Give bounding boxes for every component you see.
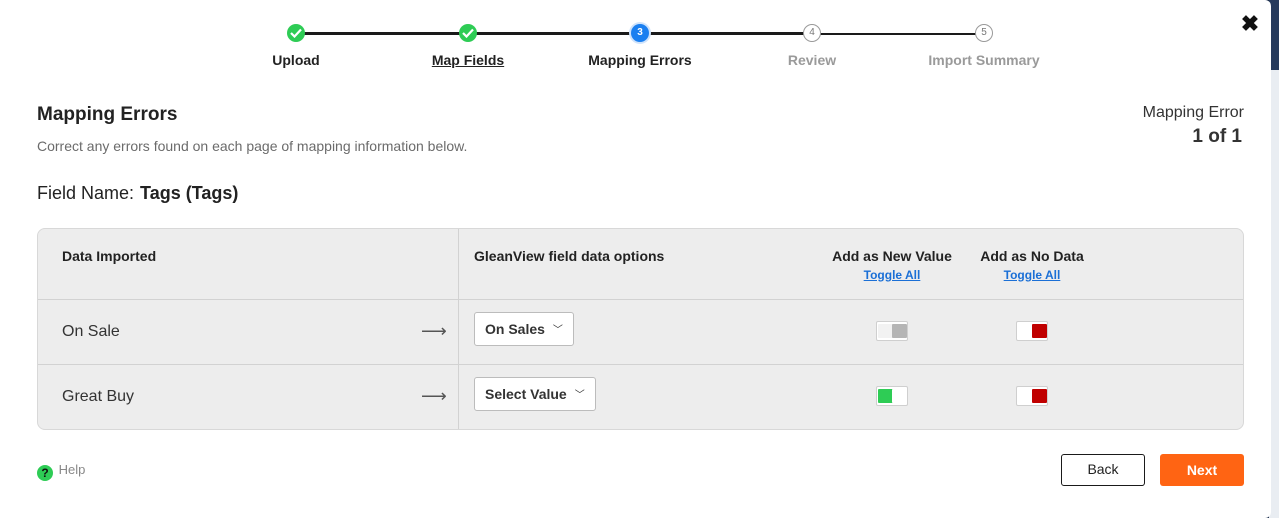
- toggle-state-on: [1032, 324, 1047, 338]
- step-review-circle: 4: [803, 24, 821, 42]
- step-review-label: Review: [787, 52, 837, 68]
- column-header-data-imported: Data Imported: [62, 248, 157, 264]
- stepper-line-pending: [812, 33, 984, 35]
- row-2-imported-value: Great Buy: [62, 388, 135, 405]
- mapping-table: Data Imported GleanView field data optio…: [37, 228, 1244, 430]
- row-1-selected-value: On Sales: [485, 321, 545, 337]
- add-no-data-label: Add as No Data: [980, 248, 1084, 264]
- step-import-summary-label: Import Summary: [928, 52, 1040, 68]
- step-mapping-errors-circle: 3: [631, 24, 649, 42]
- row-2-selected-value: Select Value: [485, 386, 567, 402]
- toggle-knob: [878, 324, 893, 338]
- help-icon: ?: [37, 465, 53, 481]
- help-label: Help: [58, 462, 86, 477]
- chevron-down-icon: ﹀: [574, 390, 585, 401]
- chevron-down-icon: ﹀: [552, 325, 563, 336]
- row-1-no-data-toggle[interactable]: [1016, 321, 1048, 341]
- stepper-line-complete: [296, 32, 812, 35]
- column-header-add-no-data: Add as No Data Toggle All: [962, 248, 1102, 282]
- page-title: Mapping Errors: [37, 104, 178, 125]
- toggle-all-no-data-link[interactable]: Toggle All: [962, 268, 1102, 282]
- column-header-add-new-value: Add as New Value Toggle All: [822, 248, 962, 282]
- back-button[interactable]: Back: [1061, 454, 1145, 486]
- step-map-fields-label[interactable]: Map Fields: [388, 52, 548, 68]
- toggle-knob: [892, 389, 907, 403]
- toggle-knob: [1018, 389, 1033, 403]
- arrow-right-icon: ⟶: [421, 321, 447, 341]
- step-upload-check-icon: [287, 24, 305, 42]
- field-name-value: Tags (Tags): [140, 183, 239, 203]
- header-divider: [38, 299, 1243, 300]
- arrow-right-icon: ⟶: [421, 386, 447, 406]
- field-name-row: Field Name: Tags (Tags): [37, 183, 238, 204]
- add-new-value-label: Add as New Value: [832, 248, 952, 264]
- field-name-label: Field Name:: [37, 183, 135, 203]
- toggle-state-off: [892, 324, 907, 338]
- toggle-all-new-value-link[interactable]: Toggle All: [822, 268, 962, 282]
- page-subtitle: Correct any errors found on each page of…: [37, 138, 468, 154]
- toggle-state-on: [878, 389, 893, 403]
- row-1-imported-value: On Sale: [62, 323, 120, 340]
- step-import-summary-circle: 5: [975, 24, 993, 42]
- step-map-fields-check-icon: [459, 24, 477, 42]
- mapping-error-count: 1 of 1: [1192, 126, 1242, 147]
- row-2-no-data-toggle[interactable]: [1016, 386, 1048, 406]
- import-stepper: Upload Map Fields 3 Mapping Errors 4 Rev…: [0, 0, 1271, 80]
- row-1-field-select[interactable]: On Sales ﹀: [474, 312, 574, 346]
- row-2-field-select[interactable]: Select Value ﹀: [474, 377, 596, 411]
- row-divider: [38, 364, 1243, 365]
- row-2-new-value-toggle[interactable]: [876, 386, 908, 406]
- help-link[interactable]: ? Help: [37, 462, 85, 481]
- mapping-error-label: Mapping Error: [1142, 104, 1244, 121]
- column-header-field-options: GleanView field data options: [474, 248, 665, 264]
- column-divider: [458, 229, 459, 429]
- step-upload-label[interactable]: Upload: [216, 52, 376, 68]
- import-modal: ✖ Upload Map Fields 3 Mapping Errors 4 R…: [0, 0, 1271, 518]
- row-1-new-value-toggle[interactable]: [876, 321, 908, 341]
- next-button[interactable]: Next: [1160, 454, 1244, 486]
- toggle-knob: [1018, 324, 1033, 338]
- toggle-state-on: [1032, 389, 1047, 403]
- step-mapping-errors-label: Mapping Errors: [588, 52, 692, 68]
